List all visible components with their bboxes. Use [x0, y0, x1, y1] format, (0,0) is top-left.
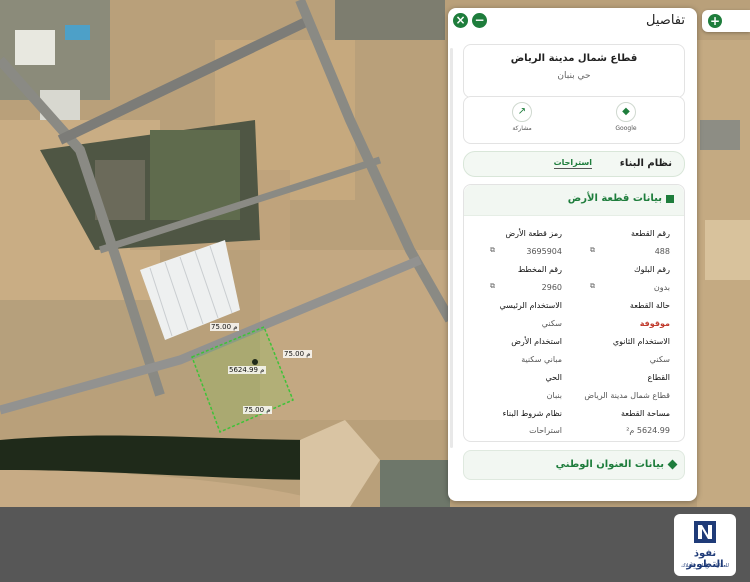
main-use-label: الاستخدام الرئيسي [499, 301, 562, 310]
building-terms-label: نظام شروط البناء [502, 409, 562, 418]
panel-scrollbar[interactable] [450, 48, 453, 448]
block-label: رقم البلوك [633, 265, 670, 274]
national-address-card[interactable]: بيانات العنوان الوطني [463, 450, 685, 480]
main-use-value: سكني [541, 319, 562, 328]
minimize-icon[interactable]: − [472, 13, 487, 28]
bottom-bar [0, 507, 750, 582]
parcel-title-card: قطاع شمال مدينة الرياض حي بنبان [463, 44, 685, 98]
google-maps-button[interactable]: ◆ Google [606, 102, 646, 132]
building-plan-card[interactable]: نظام البناء استراحات [463, 151, 685, 177]
secondary-use-label: الاستخدام الثانوي [612, 337, 670, 346]
plus-icon[interactable]: + [708, 14, 722, 28]
building-plan-tab[interactable]: استراحات [553, 158, 592, 169]
status-value: موقوفة [639, 319, 670, 328]
plot-edge-label-top: 75.00 م [210, 323, 239, 331]
logo-mark-icon [694, 521, 716, 543]
building-plan-title: نظام البناء [619, 158, 672, 169]
plot-code-label: رمز قطعة الأرض [505, 229, 562, 238]
status-label: حالة القطعة [629, 301, 670, 310]
map-icon: ◆ [616, 102, 636, 122]
logo-subtitle: للعقارات وإدارة الأملاك [681, 563, 729, 569]
share-icon: ↗ [512, 102, 532, 122]
actions-card: ↗ مشاركة ◆ Google [463, 96, 685, 144]
plot-edge-label-right: 75.00 م [283, 350, 312, 358]
building-terms-value: استراحات [529, 426, 562, 435]
area-value: 5624.99 م² [626, 426, 670, 435]
parcel-district: حي بنبان [557, 71, 591, 81]
share-button[interactable]: ↗ مشاركة [502, 102, 542, 132]
tag-icon [667, 459, 678, 470]
sector-value: قطاع شمال مدينة الرياض [584, 391, 670, 400]
plan-value: 2960 [541, 283, 562, 292]
close-icon[interactable]: × [453, 13, 468, 28]
details-panel: تفاصيل × − قطاع شمال مدينة الرياض حي بنب… [448, 8, 697, 501]
plot-code-value: 3695904 [526, 247, 562, 256]
copy-icon[interactable]: ⧉ [590, 246, 595, 255]
map-add-tab[interactable]: + [702, 10, 750, 32]
panel-title: تفاصيل [646, 13, 685, 28]
parcel-title: قطاع شمال مدينة الرياض [510, 53, 638, 64]
plan-label: رقم المخطط [517, 265, 562, 274]
plot-area-label: 5624.99 م [228, 366, 266, 374]
copy-icon[interactable]: ⧉ [590, 282, 595, 291]
block-value: بدون [653, 283, 670, 292]
map-icon [666, 195, 674, 203]
plot-number-label: رقم القطعة [631, 229, 670, 238]
panel-header: تفاصيل × − [448, 8, 697, 34]
land-info-title: بيانات قطعة الأرض [567, 193, 662, 204]
district-value: بنبان [546, 391, 562, 400]
secondary-use-value: سكني [649, 355, 670, 364]
share-label: مشاركة [512, 125, 532, 132]
district-label: الحي [545, 373, 563, 382]
land-info-header[interactable]: بيانات قطعة الأرض [464, 185, 684, 216]
land-info-card: بيانات قطعة الأرض رقم القطعة رمز قطعة ال… [463, 184, 685, 442]
area-label: مساحة القطعة [620, 409, 670, 418]
company-logo: نفوذ التطوير للعقارات وإدارة الأملاك [674, 514, 736, 576]
plot-number-value: 488 [654, 247, 670, 256]
copy-icon[interactable]: ⧉ [490, 282, 495, 291]
land-use-value: مباني سكنية [521, 355, 562, 364]
land-use-label: استخدام الأرض [511, 337, 562, 346]
plot-edge-label-bottom: 75.00 م [243, 406, 272, 414]
google-label: Google [615, 125, 637, 132]
sector-label: القطاع [647, 373, 670, 382]
national-address-title: بيانات العنوان الوطني [555, 459, 664, 470]
copy-icon[interactable]: ⧉ [490, 246, 495, 255]
